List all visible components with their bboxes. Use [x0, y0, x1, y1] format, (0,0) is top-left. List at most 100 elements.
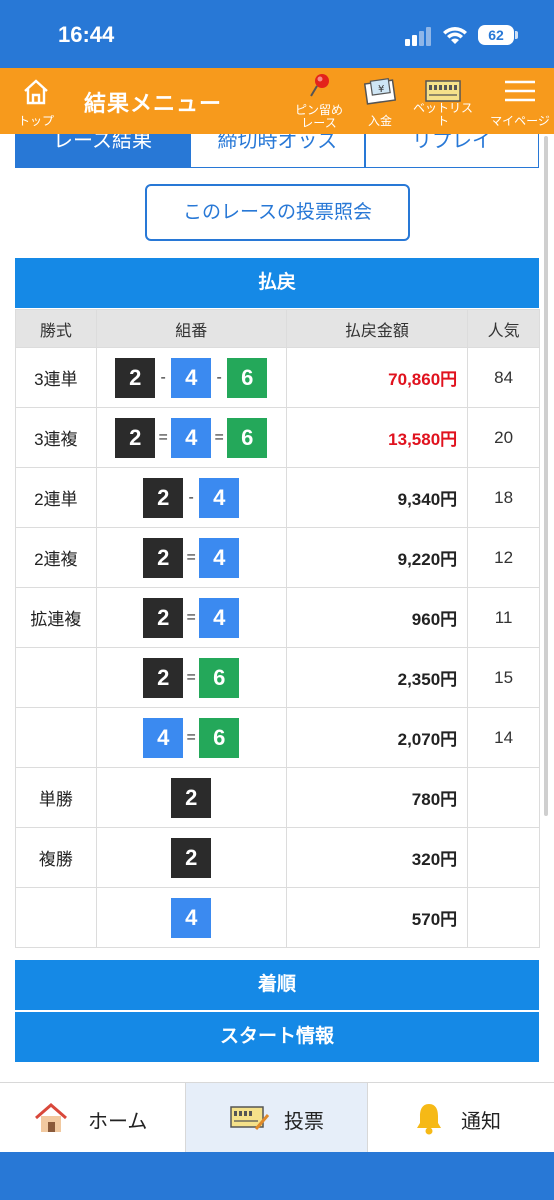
home-icon: [24, 79, 48, 105]
mypage-button[interactable]: マイページ: [486, 68, 554, 134]
tab-replay[interactable]: リプレイ: [365, 134, 539, 168]
table-row: 拡連複 2 = 4 960円 11: [15, 587, 540, 648]
bottom-nav-notify[interactable]: 通知: [369, 1083, 554, 1153]
scrollbar[interactable]: [544, 136, 548, 816]
bet-type-cell: [15, 707, 97, 768]
table-row: 3連単 2-4-6 70,860円 84: [15, 347, 540, 408]
deposit-label: 入金: [367, 114, 392, 128]
header-popularity: 人気: [467, 309, 540, 348]
payout-amount-cell: 2,350円: [285, 647, 469, 708]
boat-number-badge: 6: [199, 657, 240, 698]
combination: 2-4-6: [115, 357, 268, 398]
boat-number-badge: 4: [143, 717, 184, 758]
boat-number-badge: 2: [143, 597, 184, 638]
payout-amount-cell: 320円: [285, 827, 469, 888]
boat-number-badge: 2: [171, 837, 212, 878]
bottom-nav-notify-label: 通知: [461, 1111, 501, 1133]
betlist-label: ベットリスト: [412, 101, 473, 128]
combination-cell: 2: [95, 827, 287, 888]
boat-number-badge: 2: [143, 657, 184, 698]
popularity-cell: 18: [467, 467, 540, 528]
boat-number-badge: 4: [199, 597, 240, 638]
bottom-nav-vote-label: 投票: [284, 1111, 324, 1133]
popularity-cell: [467, 767, 540, 828]
page-title: 結果メニュー: [84, 91, 223, 116]
finish-order-bar[interactable]: 着順: [15, 960, 539, 1010]
boat-number-badge: 4: [171, 897, 212, 938]
battery-tip: [515, 31, 518, 39]
combination: 2: [171, 837, 212, 878]
payout-table: 勝式 組番 払戻金額 人気 3連単 2-4-6 70,860円 84 3連複 2 = 4 = 6 1…: [15, 309, 540, 948]
payout-body: 3連単 2-4-6 70,860円 84 3連複 2 = 4 = 6 13,580円 20 2連単 2-4…: [15, 347, 540, 948]
svg-text:¥: ¥: [378, 84, 384, 95]
start-info-bar[interactable]: スタート情報: [15, 1012, 539, 1062]
bet-type-cell: 単勝: [15, 767, 97, 828]
boat-number-badge: 2: [143, 477, 184, 518]
combination: 2 = 4: [143, 597, 240, 638]
wifi-icon: [443, 27, 467, 44]
popularity-cell: 20: [467, 407, 540, 468]
payout-amount-cell: 9,340円: [285, 467, 469, 528]
popularity-cell: 14: [467, 707, 540, 768]
status-time: 16:44: [58, 22, 115, 47]
deposit-button[interactable]: ¥ 入金: [358, 68, 402, 134]
combination-cell: 4 = 6: [95, 707, 287, 768]
table-row: 4 = 6 2,070円 14: [15, 707, 540, 768]
bet-type-cell: 3連複: [15, 407, 97, 468]
payout-amount-cell: 2,070円: [285, 707, 469, 768]
combination-separator: =: [186, 728, 196, 746]
bet-type-cell: [15, 887, 97, 948]
combination-separator: -: [216, 368, 222, 386]
combination-cell: 2-4-6: [95, 347, 287, 408]
payout-amount-cell: 9,220円: [285, 527, 469, 588]
tab-closing-odds[interactable]: 締切時オッズ: [190, 134, 365, 168]
popularity-cell: [467, 887, 540, 948]
pin-race-button[interactable]: ピン留め レース: [286, 68, 352, 134]
table-row: 複勝 2 320円: [15, 827, 540, 888]
vote-inquiry-button[interactable]: このレースの投票照会: [145, 184, 410, 241]
home-nav-button[interactable]: トップ: [8, 68, 64, 134]
combination-separator: =: [214, 428, 224, 446]
header-combination: 組番: [95, 309, 287, 348]
combination-cell: 2 = 4: [95, 587, 287, 648]
combination-cell: 2-4: [95, 467, 287, 528]
bet-type-cell: 2連単: [15, 467, 97, 528]
combination: 2 = 4: [143, 537, 240, 578]
combination-cell: 4: [95, 887, 287, 948]
boat-number-badge: 2: [115, 417, 156, 458]
combination-separator: =: [186, 668, 196, 686]
signal-icon: [405, 27, 431, 46]
boat-number-badge: 2: [171, 777, 212, 818]
bet-type-cell: 拡連複: [15, 587, 97, 648]
ticket-icon: [425, 80, 461, 102]
result-tabs: レース結果 締切時オッズ リプレイ: [15, 134, 539, 168]
boat-number-badge: 6: [227, 417, 268, 458]
status-bar: 16:44 62: [0, 0, 554, 68]
pin-label-2: レース: [301, 116, 337, 130]
boat-number-badge: 2: [143, 537, 184, 578]
table-row: 4 570円: [15, 887, 540, 948]
bet-type-cell: 2連複: [15, 527, 97, 588]
bottom-nav-vote[interactable]: 投票: [185, 1083, 368, 1153]
table-row: 単勝 2 780円: [15, 767, 540, 828]
combination: 2-4: [143, 477, 240, 518]
combination: 2 = 4 = 6: [115, 417, 268, 458]
bottom-nav-home[interactable]: ホーム: [0, 1083, 184, 1153]
boat-number-badge: 6: [227, 357, 268, 398]
menu-icon: [505, 80, 535, 102]
app-header: トップ 結果メニュー ピン留め レース ¥ 入金 ベットリスト マイページ: [0, 68, 554, 134]
payout-header-row: 勝式 組番 払戻金額 人気: [15, 309, 540, 348]
header-bet-type: 勝式: [15, 309, 97, 348]
bottom-nav: ホーム 投票 通知: [0, 1082, 554, 1153]
mypage-label: マイページ: [490, 114, 550, 128]
betlist-button[interactable]: ベットリスト: [410, 68, 476, 134]
combination-separator: =: [158, 428, 168, 446]
tab-race-result[interactable]: レース結果: [15, 134, 190, 168]
combination-separator: =: [186, 608, 196, 626]
boat-number-badge: 4: [199, 477, 240, 518]
bet-type-cell: 3連単: [15, 347, 97, 408]
header-payout-amount: 払戻金額: [285, 309, 469, 348]
combination-cell: 2 = 4: [95, 527, 287, 588]
table-row: 2 = 6 2,350円 15: [15, 647, 540, 708]
payout-amount-cell: 570円: [285, 887, 469, 948]
